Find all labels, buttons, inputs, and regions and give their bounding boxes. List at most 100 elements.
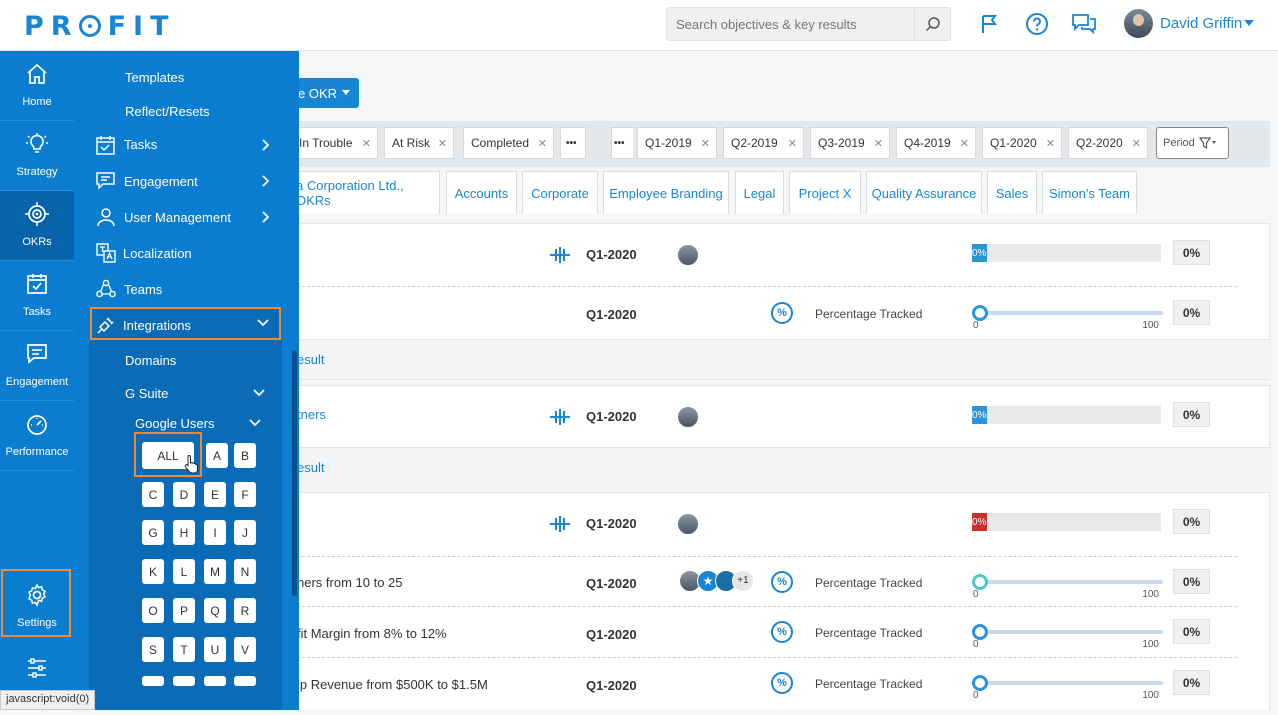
menu-gsuite[interactable]: G Suite [125,386,271,404]
letter-filter[interactable]: E [204,482,226,507]
letter-filter[interactable]: D [173,482,195,507]
filter-chip-status[interactable]: In Trouble ✕ [296,127,378,159]
owner-avatar[interactable] [677,406,699,428]
key-result-percent[interactable]: 0% [1173,569,1210,594]
objective-row[interactable]: Q1-2020 0% 0% [297,224,1271,286]
user-menu[interactable]: David Griffin [1124,7,1255,39]
letter-filter[interactable]: J [234,520,256,545]
period-filter-button[interactable]: Period [1156,127,1229,159]
key-result-percent[interactable]: 0% [1173,300,1210,325]
filter-chip-status[interactable]: At Risk ✕ [384,127,454,159]
filter-chip-period[interactable]: Q2-2020 ✕ [1068,127,1148,159]
progress-slider[interactable]: 0 100 [972,573,1163,600]
help-icon[interactable] [1024,11,1050,37]
menu-localization[interactable]: Localization [96,243,272,263]
filter-chip-period[interactable]: Q4-2019 ✕ [896,127,976,159]
letter-filter[interactable]: H [173,520,195,545]
close-icon[interactable]: ✕ [701,137,710,150]
tab-team[interactable]: Accounts [446,171,517,214]
progress-slider[interactable]: 0 100 [972,304,1163,331]
letter-filter[interactable]: S [142,637,164,662]
objective-percent[interactable]: 0% [1173,240,1210,265]
letter-filter[interactable]: B [234,443,256,468]
close-icon[interactable]: ✕ [788,137,797,150]
rail-item-okrs[interactable]: OKRs [0,191,74,261]
rail-item-engagement[interactable]: Engagement [0,331,74,401]
filter-chip-period[interactable]: Q3-2019 ✕ [810,127,890,159]
letter-filter[interactable]: A [206,443,228,468]
more-contributors-badge[interactable]: +1 [732,570,754,592]
close-icon[interactable]: ✕ [362,137,371,150]
tab-team[interactable]: Corporate [522,171,598,214]
menu-templates[interactable]: Templates [125,70,184,85]
menu-engagement[interactable]: Engagement [96,171,272,191]
objective-title[interactable]: tners [297,407,326,422]
add-key-result-link[interactable]: esult [297,352,324,367]
key-result-title[interactable]: fit Margin from 8% to 12% [297,626,447,641]
letter-filter[interactable]: N [234,559,256,584]
profit-logo[interactable]: PR FIT [24,11,176,42]
filter-chip-period[interactable]: Q1-2020 ✕ [982,127,1062,159]
menu-domains[interactable]: Domains [125,353,176,368]
letter-filter[interactable]: T [173,637,195,662]
tab-team[interactable]: Employee Branding [603,171,729,214]
letter-filter[interactable]: F [234,482,256,507]
tab-team[interactable]: Sales [987,171,1037,214]
letter-filter[interactable]: L [173,559,195,584]
tab-team[interactable]: Legal [735,171,784,214]
slider-handle[interactable] [972,574,988,590]
letter-filter[interactable]: P [173,598,195,623]
letter-filter[interactable]: K [142,559,164,584]
letter-filter[interactable]: R [234,598,256,623]
letter-filter[interactable]: G [142,520,164,545]
menu-user-management[interactable]: User Management [96,207,272,227]
objective-row[interactable]: tners Q1-2020 0% 0% [297,386,1271,448]
letter-filter-partial[interactable] [173,676,195,686]
key-result-title[interactable]: ners from 10 to 25 [297,575,403,590]
key-result-percent[interactable]: 0% [1173,670,1210,695]
add-key-result-link[interactable]: esult [297,460,324,475]
close-icon[interactable]: ✕ [1046,137,1055,150]
filter-chip-period[interactable]: Q2-2019 ✕ [723,127,804,159]
key-result-row[interactable]: ip Revenue from $500K to $1.5M Q1-2020 %… [297,658,1271,710]
letter-filter[interactable]: I [204,520,226,545]
new-okr-button[interactable]: e OKR [296,78,359,108]
letter-filter[interactable]: O [142,598,164,623]
slider-handle[interactable] [972,305,988,321]
key-result-row[interactable]: Q1-2020 % Percentage Tracked 0 100 0% [297,287,1271,339]
rail-item-tasks[interactable]: Tasks [0,261,74,331]
letter-filter-partial[interactable] [204,676,226,686]
letter-filter[interactable]: Q [204,598,226,623]
slider-handle[interactable] [972,624,988,640]
progress-slider[interactable]: 0 100 [972,623,1163,650]
objective-percent[interactable]: 0% [1173,402,1210,427]
key-result-row[interactable]: fit Margin from 8% to 12% Q1-2020 % Perc… [297,607,1271,657]
letter-filter-partial[interactable] [142,676,164,686]
panel-scrollbar[interactable] [292,350,297,596]
filter-chip-status[interactable]: Completed ✕ [463,127,554,159]
rail-item-home[interactable]: Home [0,51,74,121]
owner-avatar[interactable] [677,513,699,535]
tab-team[interactable]: a Corporation Ltd., OKRs [296,171,440,214]
flag-icon[interactable] [977,11,1003,37]
close-icon[interactable]: ✕ [1132,137,1141,150]
close-icon[interactable]: ✕ [538,137,547,150]
more-period-button[interactable]: ••• [611,127,633,159]
owner-avatar[interactable] [677,244,699,266]
rail-item-performance[interactable]: Performance [0,401,74,471]
search-button[interactable] [914,8,950,40]
letter-filter[interactable]: V [234,637,256,662]
search-input[interactable] [667,8,915,40]
progress-slider[interactable]: 0 100 [972,674,1163,701]
menu-tasks[interactable]: Tasks [96,135,272,155]
rail-item-strategy[interactable]: Strategy [0,121,74,191]
close-icon[interactable]: ✕ [874,137,883,150]
tab-team[interactable]: Project X [789,171,861,214]
filter-chip-period[interactable]: Q1-2019 ✕ [637,127,717,159]
letter-filter-partial[interactable] [234,676,256,686]
tab-team[interactable]: Quality Assurance [866,171,982,214]
key-result-title[interactable]: ip Revenue from $500K to $1.5M [297,677,488,692]
letter-filter[interactable]: U [204,637,226,662]
key-result-percent[interactable]: 0% [1173,619,1210,644]
close-icon[interactable]: ✕ [438,137,447,150]
